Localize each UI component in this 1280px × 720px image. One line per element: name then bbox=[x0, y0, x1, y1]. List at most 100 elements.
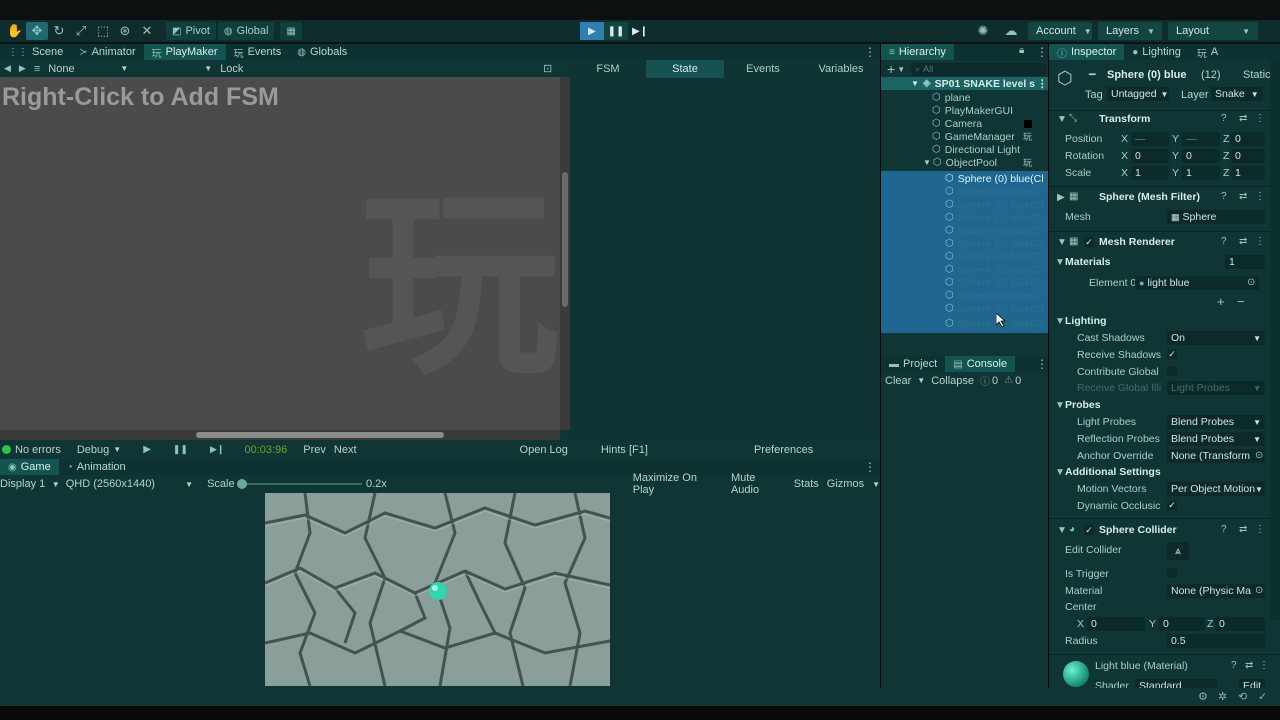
scrollbar-thumb[interactable] bbox=[196, 432, 444, 438]
sphere-collider-header[interactable]: Sphere Collider bbox=[1099, 524, 1177, 536]
remove-icon[interactable]: − bbox=[1237, 294, 1245, 309]
info-icon[interactable]: ⓘ bbox=[980, 373, 990, 388]
clear-button[interactable]: Clear bbox=[885, 375, 911, 387]
layout-dropdown[interactable]: Layout ▼ bbox=[1168, 22, 1258, 40]
display-dropdown[interactable]: Display 1 ▼ bbox=[0, 478, 60, 490]
chevron-down-icon[interactable]: ▼ bbox=[872, 480, 880, 489]
component-menu-icon[interactable]: ⋮ bbox=[1255, 236, 1265, 247]
gizmos-toggle[interactable]: Gizmos bbox=[827, 478, 864, 490]
play-icon[interactable]: ▶ bbox=[143, 444, 151, 455]
is-trigger-checkbox[interactable] bbox=[1167, 568, 1177, 578]
component-menu-icon[interactable]: ⋮ bbox=[1255, 524, 1265, 535]
object-picker-icon[interactable]: ⊙ bbox=[1247, 277, 1255, 288]
pause-icon[interactable]: ❚❚ bbox=[173, 444, 188, 455]
scene-root[interactable]: ▼ ◈ SP01 SNAKE level s ⋮ bbox=[881, 77, 1048, 90]
collab-icon[interactable]: ✺ bbox=[972, 22, 994, 40]
tab-state[interactable]: State bbox=[646, 60, 724, 78]
chevron-down-icon[interactable]: ▼ bbox=[897, 65, 905, 74]
chevron-down-icon[interactable]: ▼ bbox=[1055, 400, 1065, 411]
forward-arrow-icon[interactable]: ▶ bbox=[19, 63, 26, 74]
chevron-right-icon[interactable]: ▶ bbox=[1057, 192, 1065, 203]
chevron-down-icon[interactable]: ▼ bbox=[204, 64, 212, 73]
grid-snap-button[interactable]: ▦ bbox=[280, 22, 302, 40]
tab-fsm-events[interactable]: Events bbox=[724, 60, 802, 78]
tab-events[interactable]: 玩 Events bbox=[226, 44, 290, 60]
position-y-field[interactable]: — bbox=[1182, 132, 1220, 146]
progress-icon[interactable]: ⚙ bbox=[1198, 690, 1208, 703]
scrollbar-thumb[interactable] bbox=[562, 172, 568, 307]
canvas-scrollbar-horizontal[interactable] bbox=[0, 430, 560, 440]
scale-z-field[interactable]: 1 bbox=[1231, 166, 1265, 180]
cloud-icon[interactable]: ☁ bbox=[1000, 22, 1022, 40]
scale-y-field[interactable]: 1 bbox=[1182, 166, 1220, 180]
stats-toggle[interactable]: Stats bbox=[794, 478, 819, 490]
enabled-checkbox[interactable]: ✓ bbox=[1084, 525, 1094, 535]
mesh-renderer-header[interactable]: Mesh Renderer bbox=[1099, 236, 1175, 248]
chevron-down-icon[interactable]: ▼ bbox=[1055, 316, 1065, 327]
probes-foldout[interactable]: Probes bbox=[1065, 399, 1101, 411]
help-icon[interactable]: ? bbox=[1221, 236, 1227, 247]
tab-inspector[interactable]: ⓘ Inspector bbox=[1049, 44, 1125, 60]
hierarchy-item-sphere-clone[interactable]: ⬡Sphere (0) blue(Cl bbox=[881, 263, 1044, 276]
next-button[interactable]: Next bbox=[334, 444, 357, 456]
hierarchy-search-input[interactable]: ⌕ All bbox=[911, 62, 1048, 76]
position-z-field[interactable]: 0 bbox=[1231, 132, 1265, 146]
inspector-scrollbar[interactable] bbox=[1270, 60, 1280, 620]
shader-dropdown[interactable]: Standard bbox=[1135, 679, 1217, 688]
active-toggle[interactable]: ━ bbox=[1089, 68, 1096, 81]
hierarchy-item-sphere-clone[interactable]: ⬡Sphere (0) blue(Cl bbox=[881, 185, 1044, 198]
panel-menu-icon[interactable]: ⋮ bbox=[1036, 45, 1048, 59]
debug-dropdown[interactable]: Debug ▼ bbox=[77, 444, 121, 456]
add-icon[interactable]: + bbox=[1217, 294, 1225, 309]
rotation-x-field[interactable]: 0 bbox=[1131, 149, 1169, 163]
step-button[interactable]: ▶❙ bbox=[628, 22, 652, 40]
hierarchy-item-playmakergui[interactable]: ⬡ PlayMakerGUI bbox=[881, 104, 1013, 117]
center-y-field[interactable]: 0 bbox=[1159, 617, 1205, 631]
open-log-button[interactable]: Open Log bbox=[520, 444, 568, 456]
collapse-toggle[interactable]: Collapse bbox=[931, 375, 974, 387]
chevron-down-icon[interactable]: ▼ bbox=[1057, 525, 1067, 536]
tag-dropdown[interactable]: Untagged ▼ bbox=[1107, 87, 1169, 101]
chevron-down-icon[interactable]: ▼ bbox=[1057, 237, 1067, 248]
chevron-down-icon[interactable]: ▼ bbox=[1055, 467, 1065, 478]
layer-dropdown[interactable]: Snake ▼ bbox=[1211, 87, 1263, 101]
add-icon[interactable]: + bbox=[887, 61, 895, 77]
tab-project[interactable]: ▬ Project bbox=[881, 356, 945, 372]
help-icon[interactable]: ? bbox=[1221, 524, 1227, 535]
panel-menu-icon[interactable]: ⋮ bbox=[864, 460, 876, 474]
tab-animator[interactable]: ≻ Animator bbox=[71, 44, 143, 60]
shader-edit-button[interactable]: Edit... bbox=[1239, 679, 1265, 688]
hierarchy-item-gamemanager[interactable]: ⬡ GameManager 玩 bbox=[881, 130, 1032, 143]
element-material-field[interactable]: ● light blue bbox=[1135, 276, 1259, 290]
component-menu-icon[interactable]: ⋮ bbox=[1255, 191, 1265, 202]
component-menu-icon[interactable]: ⋮ bbox=[1259, 660, 1269, 671]
tab-console[interactable]: ▤ Console bbox=[945, 356, 1016, 372]
preset-icon[interactable]: ⇄ bbox=[1239, 524, 1247, 535]
tab-game[interactable]: ◉ Game bbox=[0, 459, 59, 475]
rotation-y-field[interactable]: 0 bbox=[1182, 149, 1220, 163]
center-x-field[interactable]: 0 bbox=[1087, 617, 1145, 631]
tab-lighting[interactable]: ● Lighting bbox=[1124, 44, 1189, 60]
custom-tool-icon[interactable]: ✕ bbox=[136, 22, 158, 40]
hierarchy-item-sphere-clone[interactable]: ⬡Sphere (0) blue(Cl bbox=[881, 237, 1044, 250]
center-z-field[interactable]: 0 bbox=[1215, 617, 1265, 631]
object-picker-icon[interactable]: ⊙ bbox=[1255, 585, 1263, 596]
tab-more[interactable]: 玩A bbox=[1189, 44, 1226, 60]
bug-icon[interactable]: ✲ bbox=[1218, 690, 1227, 703]
motion-vectors-dropdown[interactable]: Per Object Motion ▼ bbox=[1167, 482, 1265, 496]
hierarchy-item-sphere-clone[interactable]: ⬡Sphere (0) blue(Cl bbox=[881, 211, 1044, 224]
reflection-probes-dropdown[interactable]: Blend Probes ▼ bbox=[1167, 432, 1265, 446]
slider-handle[interactable] bbox=[236, 479, 247, 489]
tab-scene[interactable]: ⋮⋮ Scene bbox=[0, 44, 71, 60]
chevron-down-icon[interactable]: ▼ bbox=[1055, 257, 1065, 268]
additional-settings-foldout[interactable]: Additional Settings bbox=[1065, 466, 1161, 478]
help-icon[interactable]: ? bbox=[1221, 113, 1227, 124]
lock-toggle[interactable]: Lock bbox=[220, 63, 243, 75]
preset-icon[interactable]: ⇄ bbox=[1239, 113, 1247, 124]
enabled-checkbox[interactable]: ✓ bbox=[1084, 237, 1094, 247]
tab-animation[interactable]: ◔ Animation bbox=[59, 459, 134, 475]
global-toggle[interactable]: ◍ Global bbox=[217, 22, 275, 40]
cast-shadows-dropdown[interactable]: On ▼ bbox=[1167, 331, 1265, 345]
scale-x-field[interactable]: 1 bbox=[1131, 166, 1169, 180]
hierarchy-item-sphere-clone[interactable]: ⬡Sphere (0) blue(Cl bbox=[881, 276, 1044, 289]
